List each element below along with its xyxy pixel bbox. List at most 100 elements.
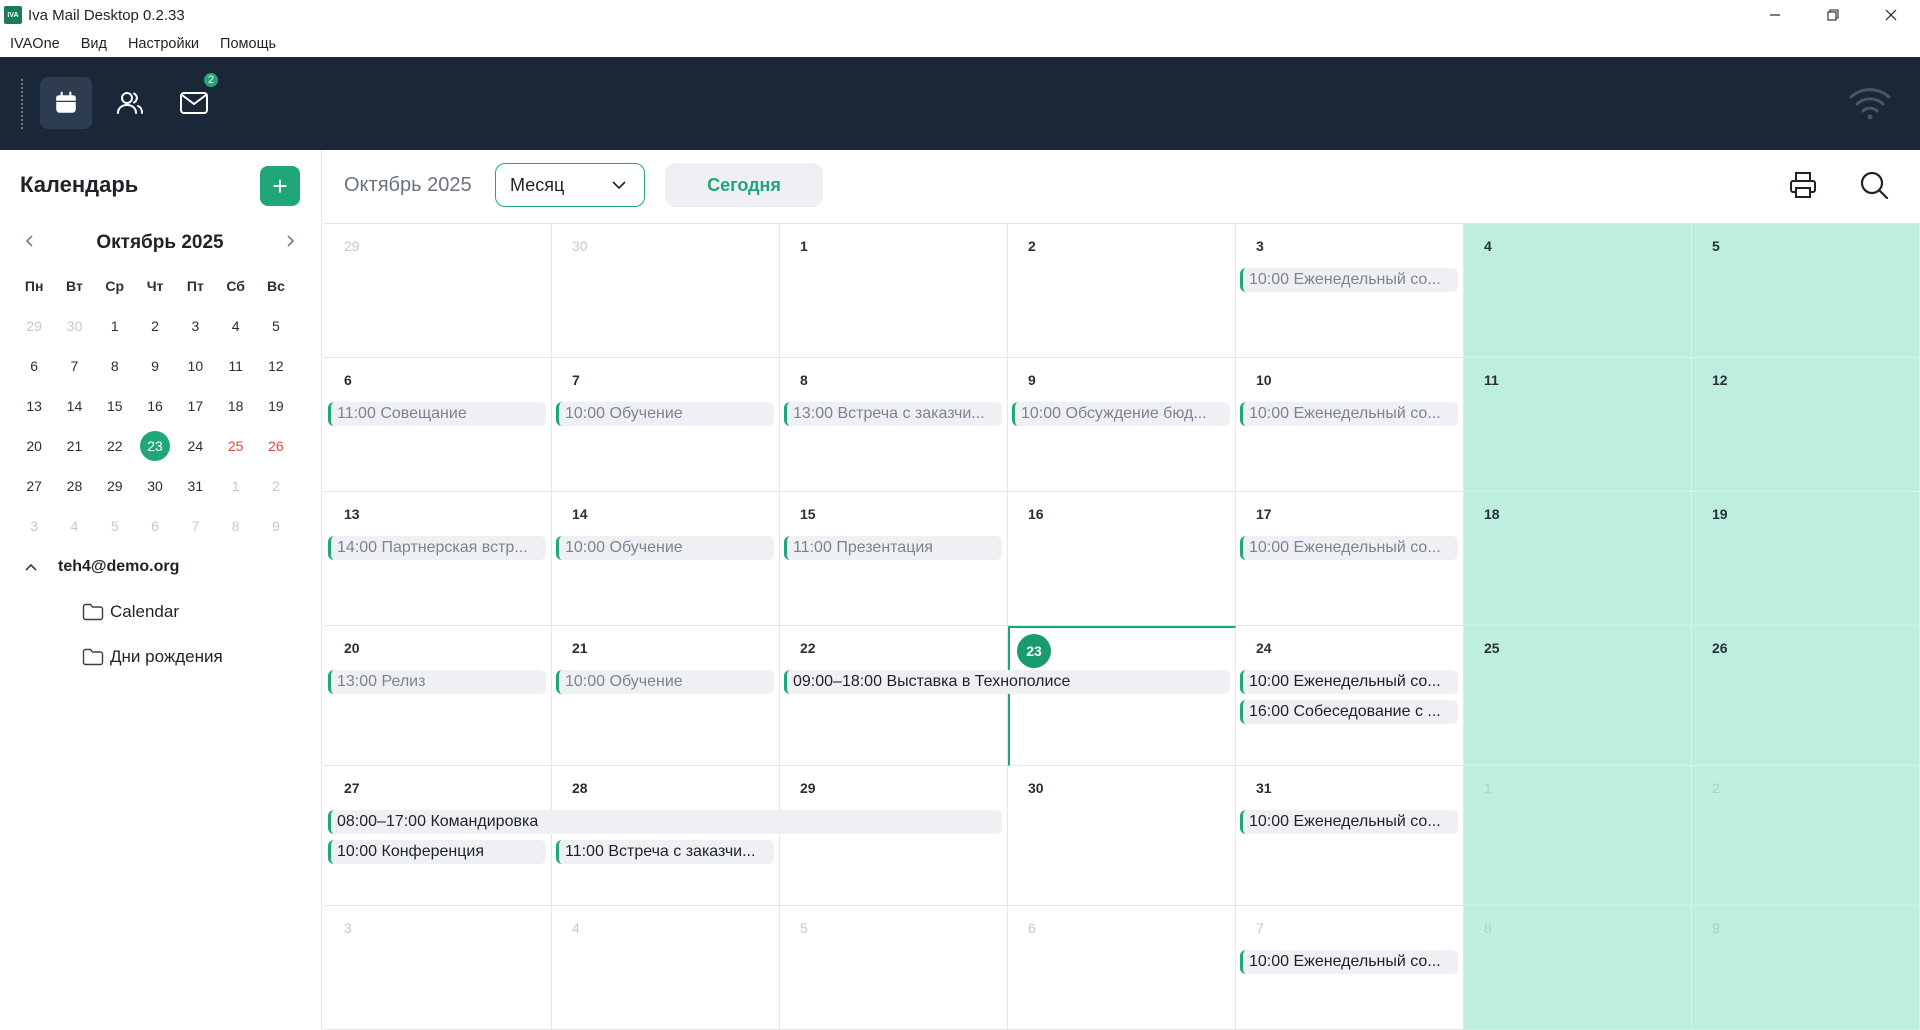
- calendar-event[interactable]: 14:00 Партнерская встр...: [328, 536, 546, 560]
- day-cell[interactable]: 31: [1236, 766, 1464, 906]
- day-cell[interactable]: 26: [1692, 626, 1920, 766]
- day-cell[interactable]: 2: [1008, 224, 1236, 358]
- mini-day[interactable]: 4: [54, 506, 94, 546]
- day-cell[interactable]: 20: [324, 626, 552, 766]
- print-button[interactable]: [1788, 170, 1818, 205]
- day-cell[interactable]: 19: [1692, 492, 1920, 626]
- mini-day[interactable]: 28: [54, 466, 94, 506]
- day-cell[interactable]: 1: [1464, 766, 1692, 906]
- mini-day[interactable]: 22: [95, 426, 135, 466]
- menu-settings[interactable]: Настройки: [128, 36, 199, 52]
- mini-day[interactable]: 3: [14, 506, 54, 546]
- mini-day[interactable]: 7: [54, 346, 94, 386]
- mini-day[interactable]: 7: [175, 506, 215, 546]
- mini-day[interactable]: 21: [54, 426, 94, 466]
- day-cell[interactable]: 21: [552, 626, 780, 766]
- calendar-event[interactable]: 16:00 Собеседование с ...: [1240, 700, 1458, 724]
- mini-day[interactable]: 27: [14, 466, 54, 506]
- calendar-event[interactable]: 10:00 Конференция: [328, 840, 546, 864]
- contacts-module-button[interactable]: [104, 77, 156, 129]
- day-cell[interactable]: 4: [552, 906, 780, 1030]
- mini-day[interactable]: 25: [215, 426, 255, 466]
- today-button[interactable]: Сегодня: [665, 163, 823, 207]
- day-cell[interactable]: 30: [1008, 766, 1236, 906]
- calendar-event[interactable]: 10:00 Обсуждение бюд...: [1012, 402, 1230, 426]
- calendar-event[interactable]: 08:00–17:00 Командировка: [328, 810, 1002, 834]
- mini-next-month[interactable]: [284, 232, 296, 253]
- calendar-event[interactable]: 10:00 Еженедельный со...: [1240, 402, 1458, 426]
- mini-day[interactable]: 6: [14, 346, 54, 386]
- restore-button[interactable]: [1804, 0, 1862, 30]
- day-cell[interactable]: 1: [780, 224, 1008, 358]
- mini-day[interactable]: 8: [215, 506, 255, 546]
- mini-day[interactable]: 9: [256, 506, 296, 546]
- calendar-event[interactable]: 10:00 Обучение: [556, 402, 774, 426]
- mini-day[interactable]: 9: [135, 346, 175, 386]
- day-cell[interactable]: 2: [1692, 766, 1920, 906]
- minimize-button[interactable]: [1746, 0, 1804, 30]
- day-cell[interactable]: 29: [324, 224, 552, 358]
- day-cell[interactable]: 25: [1464, 626, 1692, 766]
- mini-day[interactable]: 29: [95, 466, 135, 506]
- calendar-event[interactable]: 13:00 Встреча с заказчи...: [784, 402, 1002, 426]
- mini-day[interactable]: 3: [175, 306, 215, 346]
- mini-day[interactable]: 26: [256, 426, 296, 466]
- mini-day[interactable]: 18: [215, 386, 255, 426]
- mini-day[interactable]: 16: [135, 386, 175, 426]
- calendar-event[interactable]: 13:00 Релиз: [328, 670, 546, 694]
- folder-birthdays[interactable]: Дни рождения: [82, 647, 223, 667]
- calendar-event[interactable]: 10:00 Еженедельный со...: [1240, 950, 1458, 974]
- day-cell[interactable]: 3: [324, 906, 552, 1030]
- toolbar-grip[interactable]: [21, 79, 23, 129]
- calendar-event[interactable]: 11:00 Совещание: [328, 402, 546, 426]
- day-cell[interactable]: 11: [1464, 358, 1692, 492]
- day-cell[interactable]: 24: [1236, 626, 1464, 766]
- day-cell[interactable]: 9: [1692, 906, 1920, 1030]
- calendar-event[interactable]: 10:00 Еженедельный со...: [1240, 268, 1458, 292]
- day-cell[interactable]: 12: [1692, 358, 1920, 492]
- mini-day[interactable]: 29: [14, 306, 54, 346]
- mini-day[interactable]: 2: [135, 306, 175, 346]
- mini-day[interactable]: 30: [135, 466, 175, 506]
- calendar-event[interactable]: 10:00 Еженедельный со...: [1240, 670, 1458, 694]
- day-cell[interactable]: 6: [1008, 906, 1236, 1030]
- day-cell[interactable]: 18: [1464, 492, 1692, 626]
- day-cell[interactable]: 5: [780, 906, 1008, 1030]
- calendar-event[interactable]: 10:00 Еженедельный со...: [1240, 810, 1458, 834]
- close-button[interactable]: [1862, 0, 1920, 30]
- mini-day[interactable]: 1: [215, 466, 255, 506]
- mini-day[interactable]: 20: [14, 426, 54, 466]
- day-cell[interactable]: 29: [780, 766, 1008, 906]
- menu-view[interactable]: Вид: [81, 36, 107, 52]
- menu-help[interactable]: Помощь: [220, 36, 276, 52]
- mini-day[interactable]: 6: [135, 506, 175, 546]
- mini-day[interactable]: 4: [215, 306, 255, 346]
- account-toggle[interactable]: teh4@demo.org: [24, 558, 179, 576]
- day-cell[interactable]: 28: [552, 766, 780, 906]
- mini-day[interactable]: 10: [175, 346, 215, 386]
- calendar-event[interactable]: 10:00 Обучение: [556, 536, 774, 560]
- calendar-event[interactable]: 10:00 Обучение: [556, 670, 774, 694]
- mini-day[interactable]: 14: [54, 386, 94, 426]
- mail-module-button[interactable]: 2: [168, 71, 220, 129]
- calendar-module-button[interactable]: [40, 77, 92, 129]
- calendar-event[interactable]: 10:00 Еженедельный со...: [1240, 536, 1458, 560]
- mini-day[interactable]: 30: [54, 306, 94, 346]
- day-cell[interactable]: 4: [1464, 224, 1692, 358]
- view-select[interactable]: Месяц: [495, 163, 645, 207]
- day-cell-today[interactable]: 23: [1008, 626, 1236, 766]
- mini-day[interactable]: 11: [215, 346, 255, 386]
- search-button[interactable]: [1859, 170, 1889, 205]
- mini-day[interactable]: 24: [175, 426, 215, 466]
- calendar-event[interactable]: 09:00–18:00 Выставка в Технополисе: [784, 670, 1230, 694]
- mini-day[interactable]: 19: [256, 386, 296, 426]
- mini-day[interactable]: 17: [175, 386, 215, 426]
- folder-calendar[interactable]: Calendar: [82, 602, 179, 622]
- mini-day[interactable]: 2: [256, 466, 296, 506]
- day-cell[interactable]: 5: [1692, 224, 1920, 358]
- mini-day-today[interactable]: 23: [135, 426, 175, 466]
- day-cell[interactable]: 16: [1008, 492, 1236, 626]
- day-cell[interactable]: 22: [780, 626, 1008, 766]
- calendar-event[interactable]: 11:00 Презентация: [784, 536, 1002, 560]
- day-cell[interactable]: 27: [324, 766, 552, 906]
